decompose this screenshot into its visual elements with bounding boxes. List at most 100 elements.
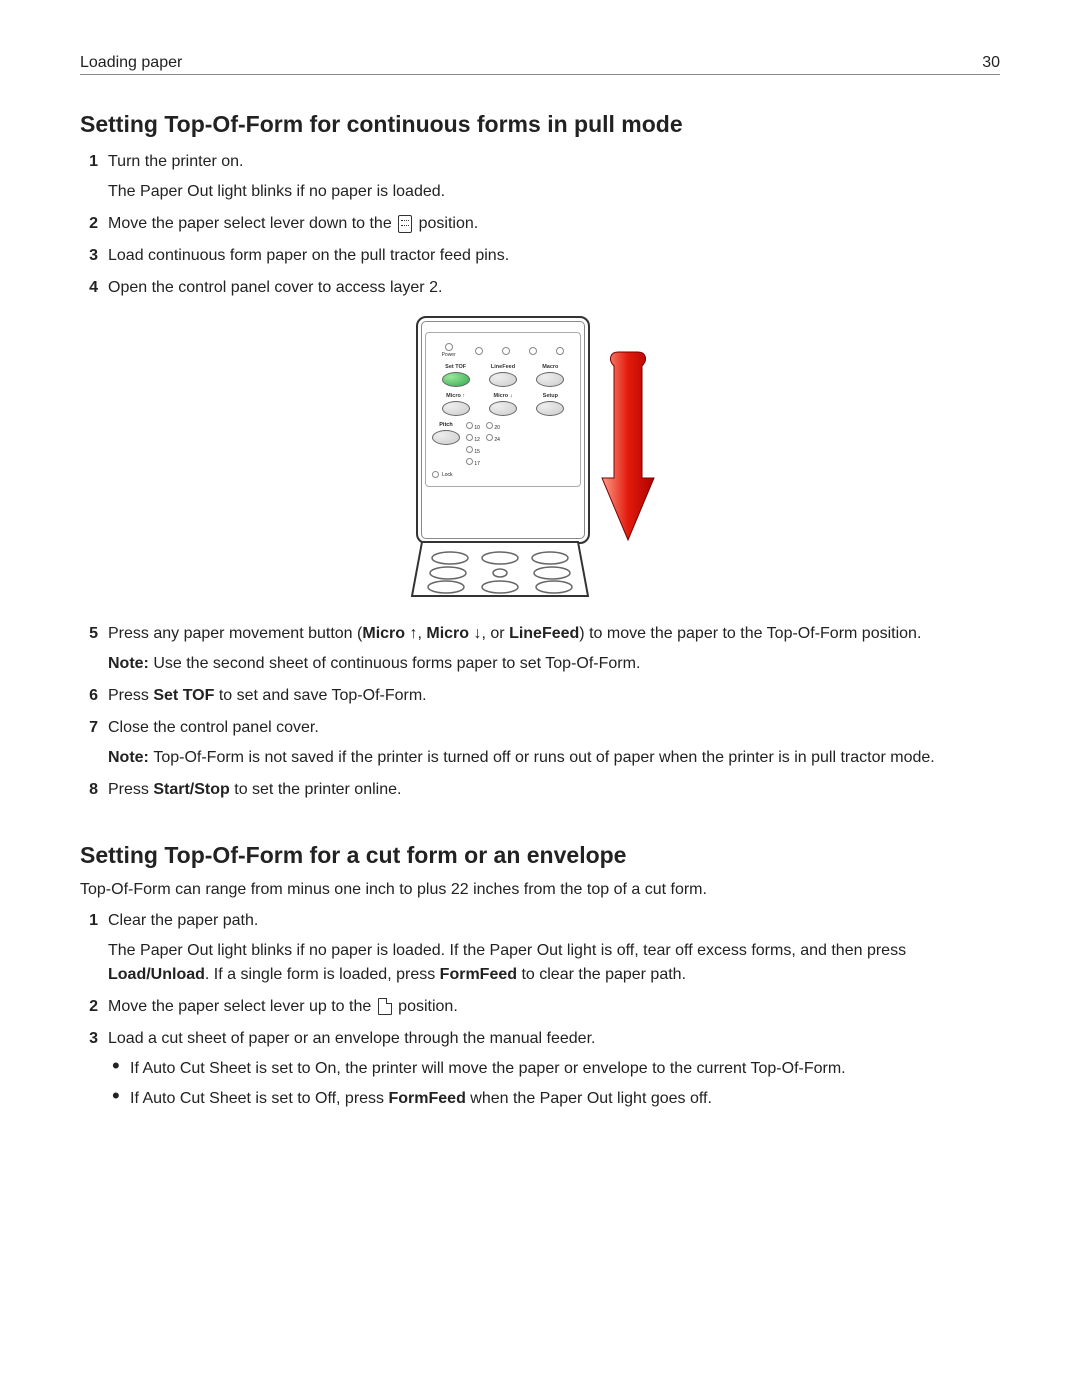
bullet-list: If Auto Cut Sheet is set to On, the prin… [108, 1057, 1000, 1111]
set-tof-label: Set TOF [445, 364, 466, 370]
post: to set and save Top‑Of‑Form. [214, 687, 426, 704]
panel-outer-frame: Power Set TOF LineFeed Macro Micro ↑ Mic… [416, 316, 590, 544]
pre: Press [108, 781, 153, 798]
b2: Micro [426, 625, 473, 642]
step-6: 6 Press Set TOF to set and save Top‑Of‑F… [80, 684, 1000, 708]
lock-led-icon [432, 471, 439, 478]
panel-inner-face: Power Set TOF LineFeed Macro Micro ↑ Mic… [425, 332, 581, 487]
down-arrow-icon [600, 346, 656, 546]
l2a: The Paper Out light blinks if no paper i… [108, 942, 906, 959]
pitch-12: 12 [474, 437, 480, 443]
pitch-led-icon [466, 422, 473, 429]
step-3: 3 Load continuous form paper on the pull… [80, 244, 1000, 268]
step-7: 7 Close the control panel cover. Note: T… [80, 716, 1000, 770]
led-icon [502, 347, 510, 355]
step-number: 8 [80, 778, 98, 802]
pre: Press [108, 687, 153, 704]
lock-label: Lock [442, 472, 453, 478]
pitch-button-icon [432, 430, 460, 445]
pitch-24: 24 [494, 437, 500, 443]
step-text-pre: Move the paper select lever down to the [108, 215, 396, 232]
step-number: 1 [80, 150, 98, 204]
step-number: 1 [80, 909, 98, 987]
pitch-area: Pitch 10 12 15 17 20 24 [432, 422, 574, 467]
step-number: 2 [80, 212, 98, 236]
section2-steps: 1 Clear the paper path. The Paper Out li… [80, 909, 1000, 1117]
pitch-led-icon [486, 434, 493, 441]
pitch-17: 17 [474, 461, 480, 467]
step-8: 8 Press Start/Stop to set the printer on… [80, 778, 1000, 802]
micro-down-button-icon [489, 401, 517, 416]
l2d: FormFeed [440, 966, 517, 983]
bullet-1: If Auto Cut Sheet is set to On, the prin… [130, 1057, 1000, 1081]
pitch-led-icon [486, 422, 493, 429]
section2-heading: Setting Top‑Of‑Form for a cut form or an… [80, 842, 1000, 869]
l2b: Load/Unload [108, 966, 205, 983]
s2-step-2: 2 Move the paper select lever up to the … [80, 995, 1000, 1019]
section2-intro: Top‑Of‑Form can range from minus one inc… [80, 881, 1000, 899]
s2-step-1: 1 Clear the paper path. The Paper Out li… [80, 909, 1000, 987]
b1: Micro [362, 625, 409, 642]
s2-step-3: 3 Load a cut sheet of paper or an envelo… [80, 1027, 1000, 1117]
step-text: Load a cut sheet of paper or an envelope… [108, 1030, 595, 1047]
linefeed-label: LineFeed [491, 364, 515, 370]
macro-button-icon [536, 372, 564, 387]
step-text: Clear the paper path. [108, 912, 258, 929]
note-label: Note: [108, 655, 153, 672]
pitch-led-icon [466, 446, 473, 453]
step-text: Open the control panel cover to access l… [108, 276, 1000, 300]
header-left: Loading paper [80, 54, 182, 72]
continuous-forms-icon [398, 215, 412, 233]
macro-label: Macro [542, 364, 558, 370]
setup-button-icon [536, 401, 564, 416]
step-text: Close the control panel cover. [108, 719, 319, 736]
note-text: Use the second sheet of continuous forms… [153, 655, 640, 672]
cut-sheet-icon [378, 998, 392, 1015]
pitch-led-icon [466, 434, 473, 441]
pitch-led-icon [466, 458, 473, 465]
pitch-label: Pitch [439, 422, 452, 428]
step-text-post: position. [414, 215, 478, 232]
l2e: to clear the paper path. [517, 966, 686, 983]
pitch-20: 20 [494, 425, 500, 431]
micro-up-button-icon [442, 401, 470, 416]
step-number: 3 [80, 1027, 98, 1117]
step-1: 1 Turn the printer on. The Paper Out lig… [80, 150, 1000, 204]
b1a: If Auto Cut Sheet is set to On, the prin… [130, 1060, 846, 1077]
bold: Set TOF [153, 687, 214, 704]
page-number: 30 [982, 54, 1000, 72]
step-text: Turn the printer on. [108, 153, 243, 170]
step-4: 4 Open the control panel cover to access… [80, 276, 1000, 300]
led-icon [556, 347, 564, 355]
note-label: Note: [108, 749, 153, 766]
step-number: 5 [80, 622, 98, 676]
post: to set the printer online. [230, 781, 402, 798]
pitch-10: 10 [474, 425, 480, 431]
section1-steps: 1 Turn the printer on. The Paper Out lig… [80, 150, 1000, 300]
led-icon [475, 347, 483, 355]
step-number: 4 [80, 276, 98, 300]
post: position. [394, 998, 458, 1015]
control-panel-diagram: Power Set TOF LineFeed Macro Micro ↑ Mic… [410, 316, 670, 598]
button-row-2: Micro ↑ Micro ↓ Setup [432, 393, 574, 416]
linefeed-button-icon [489, 372, 517, 387]
t1: Press any paper movement button ( [108, 625, 362, 642]
bullet-2: If Auto Cut Sheet is set to Off, press F… [130, 1087, 1000, 1111]
step-text: Load continuous form paper on the pull t… [108, 244, 1000, 268]
tray-svg-icon [410, 540, 590, 598]
b2a: If Auto Cut Sheet is set to Off, press [130, 1090, 389, 1107]
set-tof-button-icon [442, 372, 470, 387]
panel-tray [410, 540, 590, 598]
b3: LineFeed [509, 625, 579, 642]
micro-up-label: Micro ↑ [446, 393, 465, 399]
led-row: Power [432, 343, 574, 358]
pitch-15: 15 [474, 449, 480, 455]
b2c: when the Paper Out light goes off. [466, 1090, 712, 1107]
pre: Move the paper select lever up to the [108, 998, 376, 1015]
note-text: Top‑Of‑Form is not saved if the printer … [153, 749, 934, 766]
power-led-icon [445, 343, 453, 351]
button-row-1: Set TOF LineFeed Macro [432, 364, 574, 387]
step-subtext: The Paper Out light blinks if no paper i… [108, 180, 1000, 204]
step-2: 2 Move the paper select lever down to th… [80, 212, 1000, 236]
t3: , or [482, 625, 510, 642]
